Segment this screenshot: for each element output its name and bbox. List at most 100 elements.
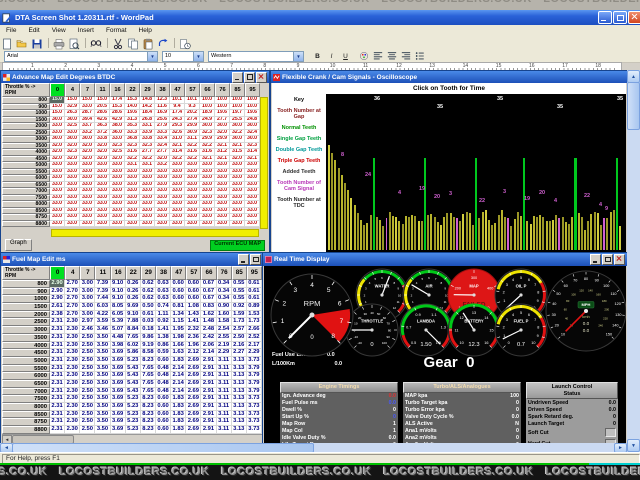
- fuel-map-hscrollbar[interactable]: ◄: [2, 434, 262, 444]
- map-cell[interactable]: 3.79: [246, 372, 262, 380]
- column-header[interactable]: 95: [246, 266, 262, 280]
- map-cell[interactable]: 3.00: [80, 287, 96, 296]
- map-cell[interactable]: 2.91: [201, 356, 217, 365]
- map-cell[interactable]: 3.69: [110, 349, 126, 357]
- map-cell[interactable]: 2.50: [80, 349, 96, 357]
- scroll-thumb[interactable]: [627, 82, 640, 130]
- map-cell[interactable]: 3.50: [95, 379, 111, 388]
- map-cell[interactable]: 0.26: [125, 295, 141, 304]
- map-cell[interactable]: 1.63: [171, 349, 187, 357]
- map-cell[interactable]: 1.41: [155, 326, 172, 334]
- map-cell[interactable]: 2.69: [186, 418, 202, 427]
- map-cell[interactable]: 2.31: [50, 333, 66, 342]
- map-cell[interactable]: 3.69: [110, 387, 126, 396]
- map-cell[interactable]: 0.86: [155, 341, 172, 350]
- map-cell[interactable]: 3.11: [216, 426, 232, 434]
- map-cell[interactable]: 2.12: [186, 349, 202, 357]
- realtime-titlebar[interactable]: Real Time Display: [263, 253, 627, 266]
- map-cell[interactable]: 1.62: [201, 310, 217, 319]
- map-cell[interactable]: 33.0: [65, 220, 80, 227]
- map-cell[interactable]: 9.10: [110, 287, 126, 296]
- column-header[interactable]: 66: [200, 83, 215, 97]
- map-cell[interactable]: 0.03: [140, 318, 156, 327]
- map-cell[interactable]: 2.70: [65, 303, 81, 311]
- row-header[interactable]: 900: [2, 287, 50, 296]
- map-cell[interactable]: 8.84: [125, 326, 141, 334]
- column-header[interactable]: 4: [65, 83, 80, 97]
- map-cell[interactable]: 8.23: [140, 395, 156, 403]
- map-cell[interactable]: 2.91: [201, 410, 217, 419]
- italic-button[interactable]: I: [325, 50, 338, 62]
- map-cell[interactable]: 2.69: [186, 410, 202, 419]
- map-cell[interactable]: 0.90: [216, 303, 232, 311]
- map-cell[interactable]: 1.11: [155, 310, 172, 319]
- map-cell[interactable]: 0.60: [155, 403, 172, 411]
- row-header[interactable]: 3000: [2, 326, 50, 334]
- undo-button[interactable]: [157, 37, 170, 49]
- column-header[interactable]: 47: [170, 83, 185, 97]
- map-cell[interactable]: 3.13: [231, 410, 247, 419]
- map-cell[interactable]: 6.05: [110, 310, 126, 319]
- map-cell[interactable]: 0.60: [171, 295, 187, 304]
- map-cell[interactable]: 0.60: [155, 356, 172, 365]
- map-cell[interactable]: 33.0: [170, 220, 185, 227]
- map-cell[interactable]: 2.30: [65, 418, 81, 427]
- map-cell[interactable]: 2.69: [186, 403, 202, 411]
- map-cell[interactable]: 5.43: [125, 387, 141, 396]
- map-cell[interactable]: 0.89: [246, 303, 262, 311]
- map-cell[interactable]: 2.14: [171, 372, 187, 380]
- map-cell[interactable]: 3.73: [246, 403, 262, 411]
- map-cell[interactable]: 1.60: [216, 310, 232, 319]
- map-cell[interactable]: 2.54: [216, 326, 232, 334]
- map-cell[interactable]: 2.97: [80, 318, 96, 327]
- map-cell[interactable]: 2.30: [65, 403, 81, 411]
- map-cell[interactable]: 2.29: [246, 349, 262, 357]
- map-cell[interactable]: 4.48: [110, 333, 126, 342]
- map-cell[interactable]: 0.48: [155, 379, 172, 388]
- map-cell[interactable]: 3.50: [95, 364, 111, 373]
- map-cell[interactable]: 2.31: [50, 410, 66, 419]
- map-cell[interactable]: 33.0: [230, 220, 245, 227]
- map-cell[interactable]: 2.30: [65, 426, 81, 434]
- map-cell[interactable]: 2.70: [65, 295, 81, 304]
- close-icon[interactable]: [614, 254, 625, 265]
- map-cell[interactable]: 3.79: [246, 387, 262, 396]
- column-header[interactable]: 66: [201, 266, 217, 280]
- advance-map-titlebar[interactable]: Advance Map Edit Degrees BTDC: [1, 71, 269, 83]
- align-left-button[interactable]: [371, 50, 384, 62]
- map-cell[interactable]: 3.13: [231, 395, 247, 403]
- map-cell[interactable]: 2.50: [80, 418, 96, 427]
- advance-map-hscrollbar[interactable]: [51, 229, 259, 237]
- map-cell[interactable]: 0.60: [155, 418, 172, 427]
- column-header[interactable]: 57: [185, 83, 200, 97]
- map-cell[interactable]: 2.30: [65, 333, 81, 342]
- map-cell[interactable]: 33.0: [80, 220, 95, 227]
- map-cell[interactable]: 2.91: [201, 403, 217, 411]
- row-header[interactable]: 4500: [2, 349, 50, 357]
- map-cell[interactable]: 9.19: [140, 341, 156, 350]
- map-cell[interactable]: 2.31: [50, 403, 66, 411]
- map-cell[interactable]: 2.50: [80, 333, 96, 342]
- map-cell[interactable]: 9.10: [110, 280, 126, 288]
- map-cell[interactable]: 33.0: [125, 220, 140, 227]
- map-cell[interactable]: 1.48: [201, 318, 217, 327]
- map-cell[interactable]: 0.62: [140, 280, 156, 288]
- map-cell[interactable]: 1.38: [155, 333, 172, 342]
- column-header[interactable]: 11: [95, 83, 110, 97]
- map-cell[interactable]: 1.83: [171, 410, 187, 419]
- map-cell[interactable]: 2.14: [201, 349, 217, 357]
- map-cell[interactable]: 2.91: [201, 372, 217, 380]
- map-cell[interactable]: 0.92: [155, 318, 172, 327]
- map-cell[interactable]: 2.90: [50, 295, 66, 304]
- row-header[interactable]: 7500: [2, 395, 50, 403]
- map-cell[interactable]: 3.11: [216, 395, 232, 403]
- map-cell[interactable]: 2.30: [65, 410, 81, 419]
- font-size-combo[interactable]: 10 ▼: [162, 50, 204, 62]
- map-cell[interactable]: 2.69: [186, 387, 202, 396]
- map-cell[interactable]: 6.02: [125, 341, 141, 350]
- map-cell[interactable]: 1.96: [186, 341, 202, 350]
- fuel-map-titlebar[interactable]: Fuel Map Edit ms: [1, 253, 263, 266]
- map-cell[interactable]: 2.50: [80, 356, 96, 365]
- map-cell[interactable]: 2.31: [50, 318, 66, 327]
- map-cell[interactable]: 0.67: [201, 295, 217, 304]
